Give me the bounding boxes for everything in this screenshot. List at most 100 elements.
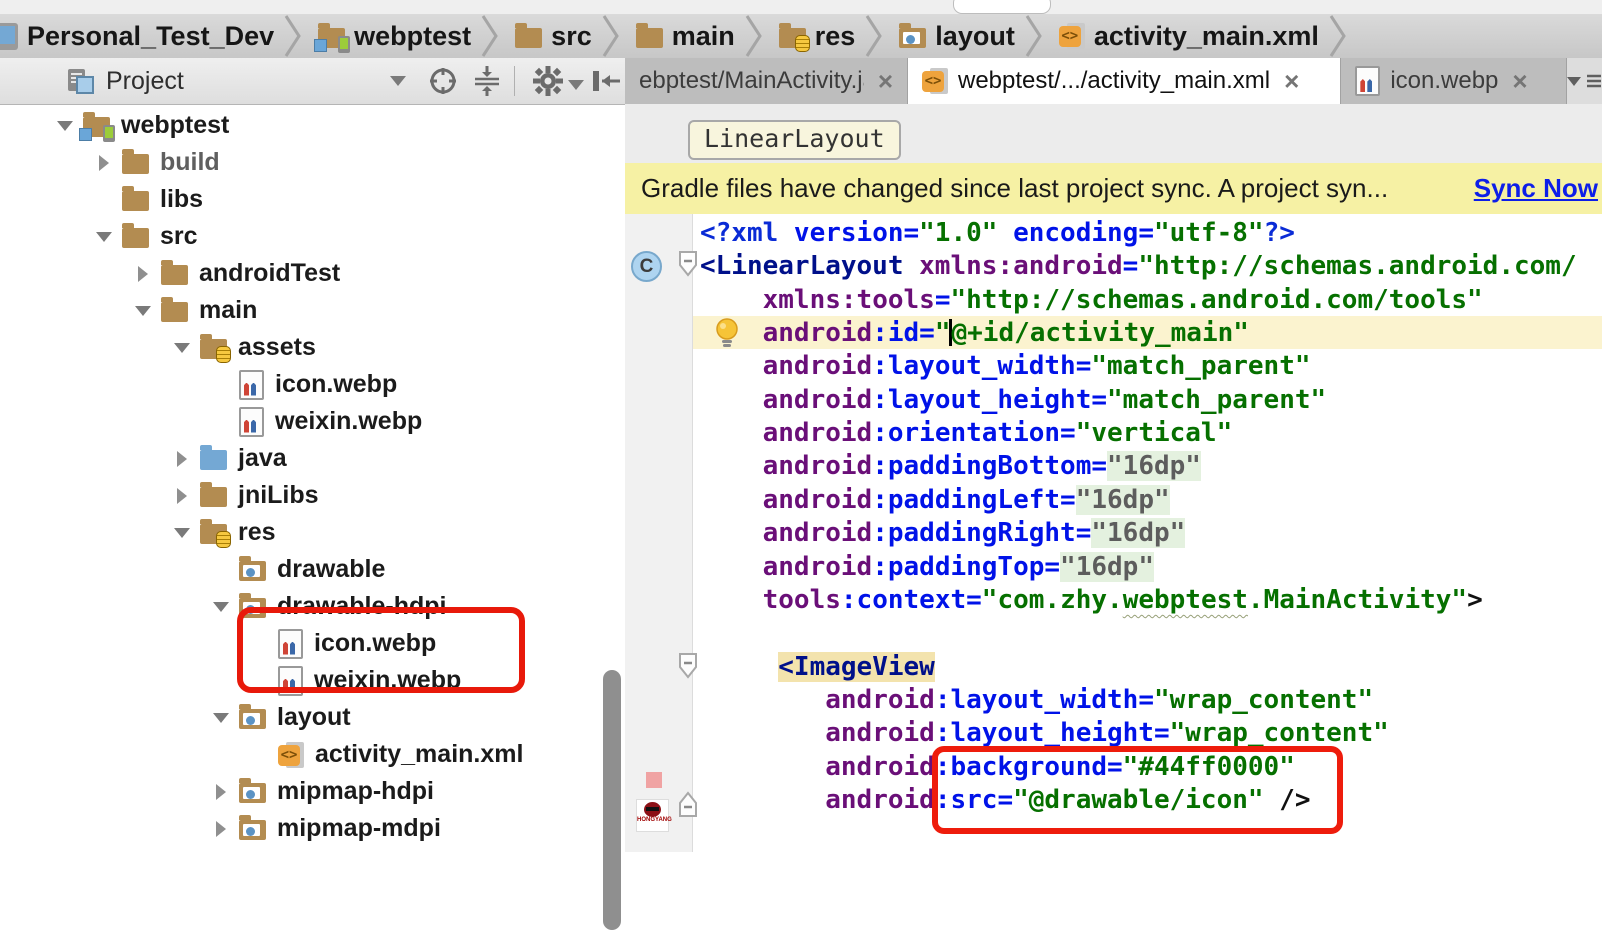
tree-item-drawable[interactable]: drawable: [211, 551, 385, 588]
drawable-preview-icon[interactable]: HONGYANG: [636, 799, 669, 832]
tree-item-androidtest[interactable]: androidTest: [133, 255, 340, 292]
code-line-18[interactable]: android:src="@drawable/icon" />: [700, 784, 1311, 817]
expand-arrow[interactable]: [211, 713, 231, 723]
code-line-6[interactable]: android:layout_height="match_parent": [700, 384, 1326, 417]
code-line-4[interactable]: android:id="@+id/activity_main": [700, 317, 1249, 350]
code-line-5[interactable]: android:layout_width="match_parent": [700, 350, 1311, 383]
breadcrumb-item-personal_test_dev[interactable]: Personal_Test_Dev: [0, 21, 278, 52]
tab-icon-webp[interactable]: icon.webp ×: [1341, 58, 1567, 104]
breadcrumb-label: webptest: [354, 21, 471, 52]
close-icon[interactable]: ×: [1512, 66, 1527, 97]
code-line-11[interactable]: android:paddingTop="16dp": [700, 551, 1154, 584]
tree-item-mipmap-hdpi[interactable]: mipmap-hdpi: [211, 773, 434, 810]
breadcrumb-item-main[interactable]: main: [626, 21, 739, 52]
code-line-17[interactable]: android:background="#44ff0000": [700, 751, 1295, 784]
code-line-3[interactable]: xmlns:tools="http://schemas.android.com/…: [700, 284, 1483, 317]
expand-arrow[interactable]: [211, 602, 231, 612]
expand-arrow[interactable]: [211, 784, 231, 800]
tab-list-dropdown[interactable]: [1567, 58, 1602, 104]
tree-item-layout[interactable]: layout: [211, 699, 351, 736]
tree-item-webptest[interactable]: webptest: [55, 107, 229, 144]
tab-mainactivity-java[interactable]: ebptest/MainActivity.java ×: [625, 58, 908, 104]
folder-icon: [200, 487, 227, 507]
code-line-14[interactable]: <ImageView: [700, 651, 935, 684]
fold-marker-expanded-icon[interactable]: [677, 652, 699, 680]
tree-item-main[interactable]: main: [133, 292, 257, 329]
expand-arrow[interactable]: [211, 821, 231, 837]
tree-item-icon-webp[interactable]: icon.webp: [250, 625, 436, 662]
folder-icon: [636, 28, 663, 48]
chevron-down-icon[interactable]: [390, 76, 406, 86]
tree-item-label: libs: [160, 185, 203, 214]
breadcrumb-item-activity_main.xml[interactable]: <>activity_main.xml: [1049, 21, 1323, 52]
collapse-all-icon[interactable]: [472, 65, 502, 97]
locate-icon[interactable]: [428, 66, 458, 96]
expand-arrow[interactable]: [55, 121, 75, 131]
editor-tab-bar: ebptest/MainActivity.java × <> webptest/…: [625, 58, 1602, 104]
expand-arrow[interactable]: [94, 232, 114, 242]
java-folder-icon: [200, 450, 227, 470]
code-line-2[interactable]: <LinearLayout xmlns:android="http://sche…: [700, 250, 1577, 283]
expand-arrow[interactable]: [172, 451, 192, 467]
code-line-10[interactable]: android:paddingRight="16dp": [700, 517, 1185, 550]
code-line-16[interactable]: android:layout_height="wrap_content": [700, 717, 1389, 750]
tree-item-java[interactable]: java: [172, 440, 287, 477]
webp-file-icon: [239, 407, 264, 437]
code-line-7[interactable]: android:orientation="vertical": [700, 417, 1232, 450]
close-icon[interactable]: ×: [1284, 66, 1299, 97]
tree-item-assets[interactable]: assets: [172, 329, 316, 366]
resources-folder-icon: [779, 28, 806, 48]
code-line-9[interactable]: android:paddingLeft="16dp": [700, 484, 1170, 517]
code-line-8[interactable]: android:paddingBottom="16dp": [700, 450, 1201, 483]
tree-item-weixin-webp[interactable]: weixin.webp: [250, 662, 461, 699]
tree-item-label: androidTest: [199, 259, 340, 288]
tree-item-jnilibs[interactable]: jniLibs: [172, 477, 319, 514]
expand-arrow[interactable]: [133, 266, 153, 282]
tree-item-icon-webp[interactable]: icon.webp: [211, 366, 397, 403]
class-gutter-icon[interactable]: C: [631, 251, 662, 282]
close-icon[interactable]: ×: [878, 66, 893, 97]
hide-panel-icon[interactable]: [590, 66, 624, 96]
expand-arrow[interactable]: [172, 488, 192, 504]
tree-item-build[interactable]: build: [94, 144, 220, 181]
breadcrumb-chip-linearlayout[interactable]: LinearLayout: [688, 120, 901, 160]
expand-arrow[interactable]: [172, 343, 192, 353]
expand-arrow[interactable]: [94, 155, 114, 171]
code-line-1[interactable]: <?xml version="1.0" encoding="utf-8"?>: [700, 217, 1295, 250]
tab-activity-main-xml[interactable]: <> webptest/.../activity_main.xml ×: [908, 58, 1341, 104]
breadcrumb: Personal_Test_Dev webptest src main res layou…: [0, 14, 1602, 59]
settings-gear-icon[interactable]: [532, 65, 564, 97]
code-editor[interactable]: C HONGYANG <?xml version="1.0" en: [625, 214, 1602, 852]
code-line-12[interactable]: tools:context="com.zhy.webptest.MainActi…: [700, 584, 1483, 617]
drawable-folder-icon: [239, 709, 266, 729]
tree-item-drawable-hdpi[interactable]: drawable-hdpi: [211, 588, 446, 625]
tree-item-label: weixin.webp: [275, 407, 422, 436]
tree-item-mipmap-mdpi[interactable]: mipmap-mdpi: [211, 810, 441, 847]
tree-item-src[interactable]: src: [94, 218, 198, 255]
banner-message: Gradle files have changed since last pro…: [641, 173, 1474, 204]
fold-marker-end-icon[interactable]: [677, 790, 699, 818]
breadcrumb-item-webptest[interactable]: webptest: [308, 21, 475, 52]
tree-item-label: mipmap-hdpi: [277, 777, 434, 806]
breadcrumb-label: main: [672, 21, 735, 52]
code-line-15[interactable]: android:layout_width="wrap_content": [700, 684, 1373, 717]
fold-marker-expanded-icon[interactable]: [677, 250, 699, 278]
drawable-folder-icon: [239, 561, 266, 581]
expand-arrow[interactable]: [172, 528, 192, 538]
tree-item-res[interactable]: res: [172, 514, 276, 551]
breadcrumb-item-res[interactable]: res: [769, 21, 860, 52]
editor-gutter: C HONGYANG: [625, 214, 693, 852]
expand-arrow[interactable]: [133, 306, 153, 316]
tree-item-weixin-webp[interactable]: weixin.webp: [211, 403, 422, 440]
tree-item-label: drawable: [277, 555, 385, 584]
color-preview-swatch[interactable]: [646, 772, 662, 788]
tree-item-libs[interactable]: libs: [94, 181, 203, 218]
breadcrumb-label: src: [551, 21, 592, 52]
toolbar-separator: [514, 66, 515, 96]
sync-now-link[interactable]: Sync Now: [1474, 173, 1598, 204]
breadcrumb-item-src[interactable]: src: [505, 21, 596, 52]
gear-dropdown-arrow-icon[interactable]: [568, 80, 584, 90]
project-tree-scrollbar[interactable]: [603, 670, 621, 930]
tree-item-activity-main-xml[interactable]: <>activity_main.xml: [250, 736, 523, 773]
breadcrumb-item-layout[interactable]: layout: [889, 21, 1019, 52]
